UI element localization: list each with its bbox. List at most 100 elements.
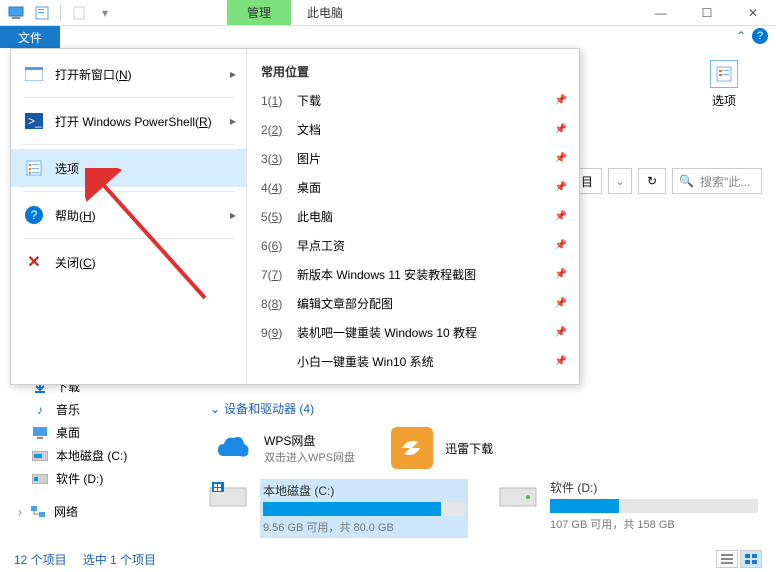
desktop-icon xyxy=(32,425,48,441)
frequent-item[interactable]: 7(7)新版本 Windows 11 安装教程截图📌 xyxy=(247,260,579,289)
xunlei-icon xyxy=(391,427,433,469)
menu-help[interactable]: ? 帮助(H) ▸ xyxy=(11,196,246,234)
menu-options[interactable]: 选项 xyxy=(11,149,246,187)
close-window-button[interactable]: ✕ xyxy=(730,0,776,26)
menu-powershell-label: 打开 Windows PowerShell(R) xyxy=(55,113,212,130)
section-devices[interactable]: ⌄设备和驱动器 (4) xyxy=(210,400,762,417)
maximize-button[interactable]: ☐ xyxy=(684,0,730,26)
search-icon: 🔍 xyxy=(679,174,694,188)
frequent-item[interactable]: 5(5)此电脑📌 xyxy=(247,202,579,231)
status-bar: 12 个项目 选中 1 个项目 xyxy=(14,550,762,568)
file-menu-left: 打开新窗口(N) ▸ >_ 打开 Windows PowerShell(R) ▸… xyxy=(11,49,247,384)
nav-cdisk[interactable]: 本地磁盘 (C:) xyxy=(28,444,198,467)
menu-options-label: 选项 xyxy=(55,160,79,177)
hdd-icon xyxy=(208,479,248,511)
manage-tab[interactable]: 管理 xyxy=(227,0,291,25)
frequent-label: 此电脑 xyxy=(297,208,333,225)
menu-close[interactable]: ✕ 关闭(C) xyxy=(11,243,246,281)
frequent-item[interactable]: 小白一键重装 Win10 系统📌 xyxy=(247,347,579,376)
ribbon-options-button[interactable]: 选项 xyxy=(700,60,748,109)
qat-thispc-icon[interactable] xyxy=(4,2,28,24)
frequent-item[interactable]: 3(3)图片📌 xyxy=(247,144,579,173)
ribbon-tabs: 文件 ⌃ ? xyxy=(0,26,776,48)
status-selection: 选中 1 个项目 xyxy=(83,551,156,568)
address-dropdown[interactable]: ⌄ xyxy=(608,168,632,194)
view-icons-button[interactable] xyxy=(740,550,762,568)
submenu-arrow-icon: ▸ xyxy=(230,114,236,128)
pin-icon[interactable]: 📌 xyxy=(555,153,567,164)
quick-access-toolbar: ▾ xyxy=(0,2,117,24)
drive-c[interactable]: 本地磁盘 (C:) 9.56 GB 可用，共 80.0 GB xyxy=(208,479,468,538)
frequent-label: 编辑文章部分配图 xyxy=(297,295,393,312)
drive-d-bar xyxy=(550,499,758,513)
title-bar: ▾ 管理 此电脑 ― ☐ ✕ xyxy=(0,0,776,26)
frequent-num: 6(6) xyxy=(261,239,287,253)
frequent-item[interactable]: 9(9) 装机吧一键重装 Windows 10 教程 📌 xyxy=(247,318,579,347)
minimize-button[interactable]: ― xyxy=(638,0,684,26)
view-details-button[interactable] xyxy=(716,550,738,568)
file-menu: 打开新窗口(N) ▸ >_ 打开 Windows PowerShell(R) ▸… xyxy=(10,48,580,385)
frequent-item[interactable]: 2(2) 文档 📌 xyxy=(247,115,579,144)
menu-powershell[interactable]: >_ 打开 Windows PowerShell(R) ▸ xyxy=(11,102,246,140)
pin-icon[interactable]: 📌 xyxy=(555,269,567,280)
nav-music[interactable]: ♪音乐 xyxy=(28,398,198,421)
frequent-item[interactable]: 6(6) 早点工资 📌 xyxy=(247,231,579,260)
pin-icon[interactable]: 📌 xyxy=(555,211,567,222)
drive-c-bar xyxy=(263,502,465,516)
pin-icon[interactable]: 📌 xyxy=(555,298,567,309)
drive-d[interactable]: 软件 (D:) 107 GB 可用，共 158 GB xyxy=(498,479,758,538)
network-icon xyxy=(30,504,46,520)
ribbon-collapse-icon[interactable]: ⌃ xyxy=(736,29,746,43)
frequent-item[interactable]: 8(8)编辑文章部分配图📌 xyxy=(247,289,579,318)
close-menu-icon: ✕ xyxy=(25,253,43,271)
help-menu-icon: ? xyxy=(25,206,43,224)
frequent-num: 2(2) xyxy=(261,123,287,137)
search-input[interactable]: 🔍 搜索"此... xyxy=(672,168,762,194)
frequent-label: 桌面 xyxy=(297,179,321,196)
drive-wps-title: WPS网盘 xyxy=(264,432,355,449)
thispc-title: 此电脑 xyxy=(291,0,359,25)
frequent-label: 装机吧一键重装 Windows 10 教程 xyxy=(297,324,477,341)
submenu-arrow-icon: ▸ xyxy=(230,67,236,81)
help-icon[interactable]: ? xyxy=(752,28,768,44)
nav-desktop[interactable]: 桌面 xyxy=(28,421,198,444)
address-bar-area: 目 ⌄ ↻ 🔍 搜索"此... xyxy=(572,168,762,194)
pin-icon[interactable]: 📌 xyxy=(555,124,567,135)
file-tab[interactable]: 文件 xyxy=(0,26,60,48)
pin-icon[interactable]: 📌 xyxy=(555,327,567,338)
menu-new-window[interactable]: 打开新窗口(N) ▸ xyxy=(11,55,246,93)
qat-properties-icon[interactable] xyxy=(30,2,54,24)
file-menu-frequent: 常用位置 1(1)下载📌2(2)文档📌3(3)图片📌4(4)桌面📌5(5)此电脑… xyxy=(247,49,579,384)
frequent-item[interactable]: 4(4) 桌面 📌 xyxy=(247,173,579,202)
drive-d-title: 软件 (D:) xyxy=(550,479,758,496)
drive-wps[interactable]: WPS网盘双击进入WPS网盘 xyxy=(212,427,355,469)
frequent-num: 4(4) xyxy=(261,181,287,195)
pin-icon[interactable]: 📌 xyxy=(555,182,567,193)
qat-dropdown-icon[interactable]: ▾ xyxy=(93,2,117,24)
frequent-label: 文档 xyxy=(297,121,321,138)
options-menu-icon xyxy=(25,159,43,177)
expand-icon[interactable]: › xyxy=(18,505,22,519)
drive-xunlei[interactable]: 迅雷下载 xyxy=(391,427,493,469)
menu-new-window-label: 打开新窗口(N) xyxy=(55,66,132,83)
frequent-item[interactable]: 1(1) 下载 📌 xyxy=(247,86,579,115)
pin-icon[interactable]: 📌 xyxy=(555,95,567,106)
frequent-label: 下载 xyxy=(297,92,321,109)
frequent-num: 9(9) xyxy=(261,326,287,340)
refresh-button[interactable]: ↻ xyxy=(638,168,666,194)
pin-icon[interactable]: 📌 xyxy=(555,240,567,251)
qat-doc-icon[interactable] xyxy=(67,2,91,24)
nav-network[interactable]: ›网络 xyxy=(14,500,198,523)
submenu-arrow-icon: ▸ xyxy=(230,208,236,222)
music-icon: ♪ xyxy=(32,402,48,418)
disk-icon xyxy=(32,448,48,464)
frequent-label: 早点工资 xyxy=(297,237,345,254)
drive-d-info: 107 GB 可用，共 158 GB xyxy=(550,516,758,532)
nav-ddisk[interactable]: 软件 (D:) xyxy=(28,467,198,490)
frequent-label: 新版本 Windows 11 安装教程截图 xyxy=(297,266,476,283)
frequent-num: 1(1) xyxy=(261,94,287,108)
options-icon xyxy=(710,60,738,88)
pin-icon[interactable]: 📌 xyxy=(555,356,567,367)
menu-close-label: 关闭(C) xyxy=(55,254,96,271)
new-window-icon xyxy=(25,65,43,83)
